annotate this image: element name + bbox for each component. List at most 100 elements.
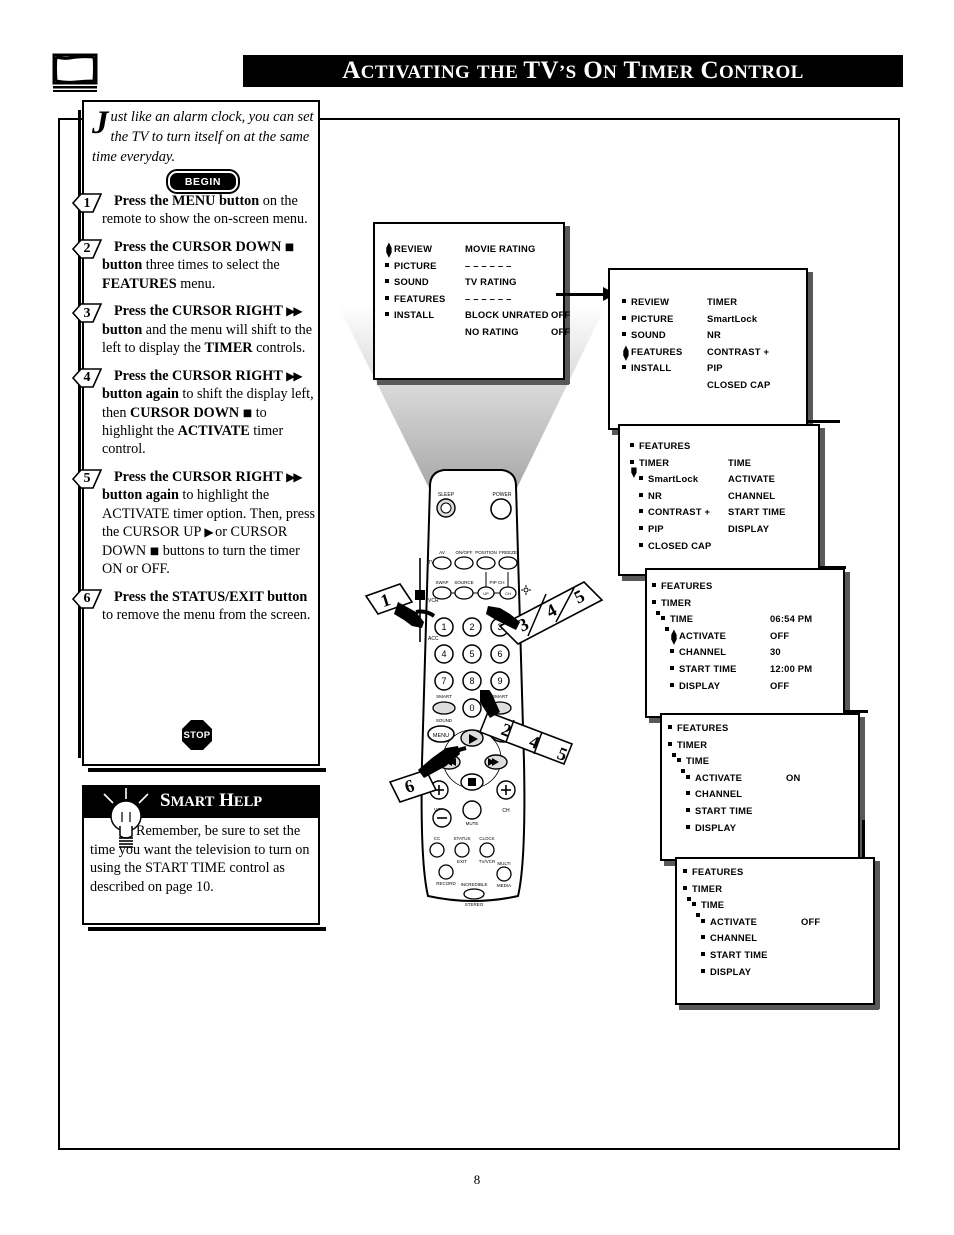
- svg-text:CC: CC: [434, 836, 441, 841]
- page-title: ACTIVATING THE TV’S ON TIMER CONTROL: [342, 57, 804, 84]
- step-number-badge: 1: [71, 193, 103, 214]
- menu-row[interactable]: NO RATING OFF: [465, 325, 570, 343]
- menu-row[interactable]: ▲ ■ ▼ ACTIVATE OFF: [652, 628, 842, 647]
- page-header-bar: ACTIVATING THE TV’S ON TIMER CONTROL: [243, 55, 903, 87]
- menu-row[interactable]: CLOSED CAP: [630, 540, 748, 557]
- menu-row[interactable]: PIP: [707, 362, 807, 379]
- menu-row[interactable]: CLOSED CAP: [707, 379, 807, 396]
- step-number: 3: [83, 305, 91, 321]
- menu-bullet: ▲ ■ ▼: [670, 628, 679, 646]
- menu-bullet: [630, 440, 639, 451]
- menu-bullet: [639, 540, 648, 551]
- menu-row[interactable]: START TIME: [683, 949, 873, 966]
- menu-row[interactable]: TIMER: [668, 739, 858, 757]
- menu-bullet: [668, 739, 677, 761]
- menu-label: FEATURES: [394, 292, 446, 304]
- menu-bullet: [701, 916, 710, 927]
- svg-text:AV: AV: [439, 550, 445, 555]
- steps-list: 1 Press the MENU button on the remote to …: [71, 192, 320, 634]
- menu-label: TIMER: [639, 456, 670, 468]
- menu-row[interactable]: FEATURES: [683, 866, 873, 883]
- menu-label: START TIME: [728, 506, 786, 518]
- menu-bullet: [622, 313, 631, 324]
- menu-row[interactable]: START TIME 12:00 PM: [652, 663, 842, 680]
- menu-row[interactable]: BLOCK UNRATED OFF: [465, 309, 570, 326]
- menu-label: SmartLock: [707, 312, 758, 324]
- menu-row[interactable]: TIME: [683, 899, 873, 918]
- menu-bullet: [670, 663, 679, 674]
- callout-6: 6: [388, 740, 488, 808]
- menu-label: DISPLAY: [710, 965, 752, 977]
- menu-row[interactable]: [728, 440, 828, 457]
- svg-text:MENU: MENU: [433, 733, 449, 739]
- menu-row[interactable]: DISPLAY: [728, 523, 828, 540]
- menu-row[interactable]: – – – – – –: [465, 260, 565, 277]
- step-body: Press the STATUS/EXIT button to remove t…: [102, 588, 311, 624]
- menu-bullet: [668, 722, 677, 733]
- menu-row[interactable]: ACTIVATE ON: [668, 772, 858, 789]
- menu-row[interactable]: TIME 06:54 PM: [652, 613, 842, 632]
- menu-label: PIP: [707, 362, 723, 374]
- menu-row[interactable]: CHANNEL 30: [652, 646, 842, 663]
- menu-bullet: [692, 899, 701, 921]
- step-number-badge: 3: [71, 303, 103, 324]
- menu-label: MOVIE RATING: [465, 243, 536, 254]
- menu-label: CLOSED CAP: [707, 378, 771, 390]
- menu-row[interactable]: START TIME: [668, 805, 858, 822]
- svg-text:STATUS: STATUS: [453, 836, 470, 841]
- menu-bullet: [652, 597, 661, 619]
- menu-label: NO RATING: [465, 325, 519, 337]
- menu-row[interactable]: ACTIVATE: [728, 473, 828, 490]
- cursor-updown-icon: ▲ ■ ▼: [385, 241, 393, 259]
- menu-value: 30: [770, 646, 781, 658]
- svg-text:SOURCE: SOURCE: [454, 580, 473, 585]
- menu-row[interactable]: TIME: [668, 755, 858, 774]
- menu-row[interactable]: CHANNEL: [683, 932, 873, 949]
- menu-label: INSTALL: [631, 362, 672, 374]
- menu-label: TIMER: [692, 882, 723, 894]
- svg-text:5: 5: [469, 649, 474, 659]
- scr5-rows: FEATURES TIMER TIME ACTIVATE ON CHANNEL START …: [668, 722, 858, 838]
- menu-row[interactable]: TIME: [728, 457, 828, 474]
- menu-row[interactable]: ACTIVATE OFF: [683, 916, 873, 933]
- menu-row[interactable]: MOVIE RATING: [465, 243, 565, 260]
- svg-text:CH: CH: [502, 808, 510, 814]
- svg-text:EXIT: EXIT: [457, 859, 467, 864]
- menu-row[interactable]: CHANNEL: [728, 490, 828, 507]
- menu-row[interactable]: TIMER: [707, 296, 807, 313]
- menu-row[interactable]: CHANNEL: [668, 788, 858, 805]
- svg-text:7: 7: [441, 676, 446, 686]
- step-number-badge: 5: [71, 469, 103, 490]
- menu-bullet: ▲ ■ ▼: [622, 344, 631, 362]
- menu-row[interactable]: NR: [707, 329, 807, 346]
- menu-row[interactable]: DISPLAY OFF: [652, 680, 842, 697]
- menu-bullet: [670, 646, 679, 657]
- svg-text:MULTI: MULTI: [497, 861, 510, 866]
- menu-row[interactable]: FEATURES: [652, 580, 842, 597]
- svg-text:9: 9: [497, 676, 502, 686]
- menu-row[interactable]: START TIME: [728, 506, 828, 523]
- menu-bullet: [639, 473, 648, 484]
- menu-row[interactable]: DISPLAY: [668, 822, 858, 839]
- menu-label: CHANNEL: [728, 489, 776, 501]
- menu-label: ACTIVATE: [695, 771, 743, 783]
- remote-control[interactable]: TV VCR ACC SLEEP POWER AV ON/OFF POSITIO…: [406, 462, 540, 910]
- svg-text:0: 0: [469, 703, 474, 713]
- menu-row[interactable]: – – – – – –: [465, 293, 565, 310]
- svg-text:RECORD: RECORD: [436, 881, 456, 886]
- menu-row[interactable]: DISPLAY: [683, 966, 873, 983]
- scr6-shadow-bottom: [679, 1005, 879, 1010]
- menu-label: REVIEW: [394, 243, 433, 254]
- menu-value: OFF: [770, 679, 790, 691]
- menu-row[interactable]: TV RATING: [465, 276, 565, 293]
- menu-row[interactable]: CONTRAST +: [707, 346, 807, 363]
- menu-row[interactable]: TIMER: [683, 882, 873, 901]
- menu-label: TIME: [670, 613, 694, 625]
- menu-row[interactable]: FEATURES: [668, 722, 858, 739]
- svg-text:SOUND: SOUND: [436, 718, 453, 723]
- menu-bullet: [661, 613, 670, 635]
- svg-text:POSITION: POSITION: [475, 550, 497, 555]
- menu-row[interactable]: TIMER: [652, 597, 842, 615]
- menu-row[interactable]: SmartLock: [707, 313, 807, 330]
- connector-line-2: [808, 420, 840, 423]
